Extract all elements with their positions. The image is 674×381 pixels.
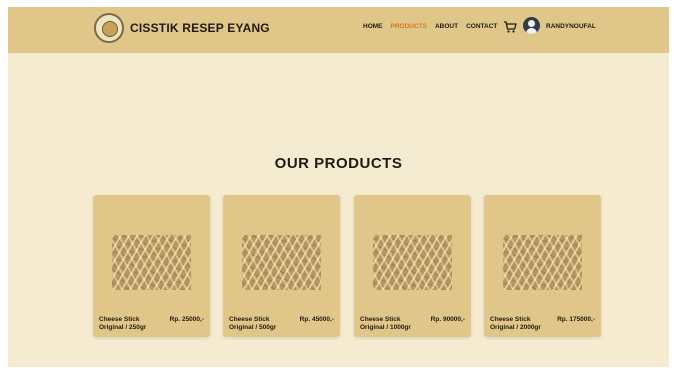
product-price: Rp. 90000,- — [430, 316, 465, 323]
product-price: Rp. 175000,- — [557, 316, 595, 323]
product-name: Cheese Stick Original / 1000gr — [360, 316, 411, 331]
logo-emblem — [102, 21, 118, 37]
product-card-1000gr[interactable]: Cheese Stick Original / 1000gr Rp. 90000… — [354, 195, 471, 337]
cart-icon[interactable] — [503, 20, 517, 34]
product-price: Rp. 45000,- — [299, 316, 334, 323]
nav-links: HOME PRODUCTS ABOUT CONTACT — [363, 23, 497, 30]
product-name: Cheese Stick Original / 500gr — [229, 316, 277, 331]
nav-products[interactable]: PRODUCTS — [391, 23, 427, 30]
product-image — [242, 235, 321, 290]
product-image — [112, 235, 191, 290]
product-image — [503, 235, 582, 290]
username[interactable]: RANDYNOUFAL — [546, 23, 596, 30]
product-card-500gr[interactable]: Cheese Stick Original / 500gr Rp. 45000,… — [223, 195, 340, 337]
product-card-250gr[interactable]: Cheese Stick Original / 250gr Rp. 25000,… — [93, 195, 210, 337]
nav-contact[interactable]: CONTACT — [466, 23, 497, 30]
nav-home[interactable]: HOME — [363, 23, 383, 30]
brand-name[interactable]: CISSTIK RESEP EYANG — [130, 21, 270, 35]
navbar: CISSTIK RESEP EYANG HOME PRODUCTS ABOUT … — [8, 7, 669, 53]
user-avatar-icon[interactable] — [523, 17, 540, 34]
page-frame: CISSTIK RESEP EYANG HOME PRODUCTS ABOUT … — [8, 7, 669, 367]
product-card-2000gr[interactable]: Cheese Stick Original / 2000gr Rp. 17500… — [484, 195, 601, 337]
product-name: Cheese Stick Original / 2000gr — [490, 316, 541, 331]
brand-logo[interactable] — [94, 13, 124, 43]
page-title: OUR PRODUCTS — [274, 155, 403, 172]
product-image — [373, 235, 452, 290]
product-name: Cheese Stick Original / 250gr — [99, 316, 147, 331]
product-price: Rp. 25000,- — [169, 316, 204, 323]
nav-about[interactable]: ABOUT — [435, 23, 458, 30]
